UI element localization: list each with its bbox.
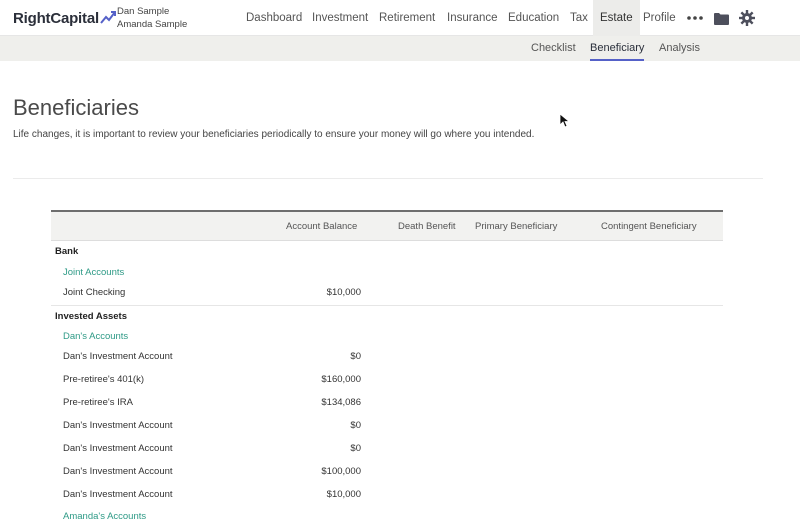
table-row[interactable]: Dan's Investment Account $0 [51, 438, 723, 461]
table-row[interactable]: Dan's Investment Account $100,000 [51, 461, 723, 484]
account-name: Joint Checking [63, 287, 126, 298]
account-name: Dan's Investment Account [63, 443, 173, 454]
table-row[interactable]: Dan's Investment Account $0 [51, 346, 723, 369]
group-row: Bank [51, 241, 723, 263]
beneficiary-table: Account Balance Death Benefit Primary Be… [51, 210, 723, 526]
nav-education[interactable]: Education [508, 0, 559, 36]
group-label: Invested Assets [55, 311, 127, 322]
group-label: Bank [55, 246, 79, 257]
table-header: Account Balance Death Benefit Primary Be… [51, 210, 723, 241]
nav-dashboard[interactable]: Dashboard [246, 0, 302, 36]
section-divider [13, 178, 763, 179]
table-row[interactable]: Joint Checking $10,000 [51, 282, 723, 305]
brand-name: RightCapital [13, 9, 99, 27]
brand-logo[interactable]: RightCapital [13, 8, 116, 28]
account-name: Dan's Investment Account [63, 489, 173, 500]
nav-investment[interactable]: Investment [312, 0, 368, 36]
tab-beneficiary[interactable]: Beneficiary [590, 36, 645, 61]
account-name: Dan's Investment Account [63, 466, 173, 477]
account-balance: $160,000 [321, 374, 361, 385]
page-title: Beneficiaries [13, 95, 139, 120]
nav-retirement[interactable]: Retirement [379, 0, 435, 36]
account-balance: $10,000 [326, 287, 361, 298]
gear-icon[interactable] [738, 9, 756, 27]
account-name: Pre-retiree's 401(k) [63, 374, 145, 385]
account-balance: $0 [350, 420, 361, 431]
user-name-spouse: Amanda Sample [117, 19, 188, 30]
user-name-primary: Dan Sample [117, 6, 170, 17]
tab-analysis[interactable]: Analysis [659, 36, 700, 61]
account-name: Pre-retiree's IRA [63, 397, 133, 408]
owner-label: Joint Accounts [63, 267, 125, 278]
owner-row: Amanda's Accounts [51, 507, 723, 526]
more-dots-icon[interactable] [686, 9, 704, 27]
owner-row: Dan's Accounts [51, 327, 723, 346]
account-balance: $100,000 [321, 466, 361, 477]
col-death-benefit: Death Benefit [398, 221, 456, 232]
col-primary-beneficiary: Primary Beneficiary [475, 221, 558, 232]
owner-label: Dan's Accounts [63, 331, 129, 342]
col-contingent-beneficiary: Contingent Beneficiary [601, 221, 697, 232]
page-subtitle: Life changes, it is important to review … [13, 129, 535, 140]
account-balance: $10,000 [326, 489, 361, 500]
owner-row: Joint Accounts [51, 263, 723, 282]
nav-estate[interactable]: Estate [593, 0, 640, 36]
table-row[interactable]: Pre-retiree's IRA $134,086 [51, 392, 723, 415]
nav-tax[interactable]: Tax [570, 0, 588, 36]
nav-insurance[interactable]: Insurance [447, 0, 498, 36]
household-names[interactable]: Dan Sample Amanda Sample [117, 5, 187, 31]
folder-icon[interactable] [712, 9, 730, 27]
account-balance: $0 [350, 351, 361, 362]
estate-subnav: Checklist Beneficiary Analysis [0, 36, 800, 61]
top-nav-bar: RightCapital Dan Sample Amanda Sample Da… [0, 0, 800, 36]
table-row[interactable]: Dan's Investment Account $10,000 [51, 484, 723, 507]
mouse-cursor-icon [560, 114, 570, 128]
account-balance: $134,086 [321, 397, 361, 408]
col-account-balance: Account Balance [286, 221, 358, 232]
account-name: Dan's Investment Account [63, 420, 173, 431]
tab-checklist[interactable]: Checklist [531, 36, 576, 61]
account-balance: $0 [350, 443, 361, 454]
table-row[interactable]: Pre-retiree's 401(k) $160,000 [51, 369, 723, 392]
account-name: Dan's Investment Account [63, 351, 173, 362]
nav-profile[interactable]: Profile [643, 0, 676, 36]
owner-label: Amanda's Accounts [63, 511, 147, 522]
logo-arrow-icon [100, 11, 116, 24]
group-row: Invested Assets [51, 305, 723, 327]
table-row[interactable]: Dan's Investment Account $0 [51, 415, 723, 438]
